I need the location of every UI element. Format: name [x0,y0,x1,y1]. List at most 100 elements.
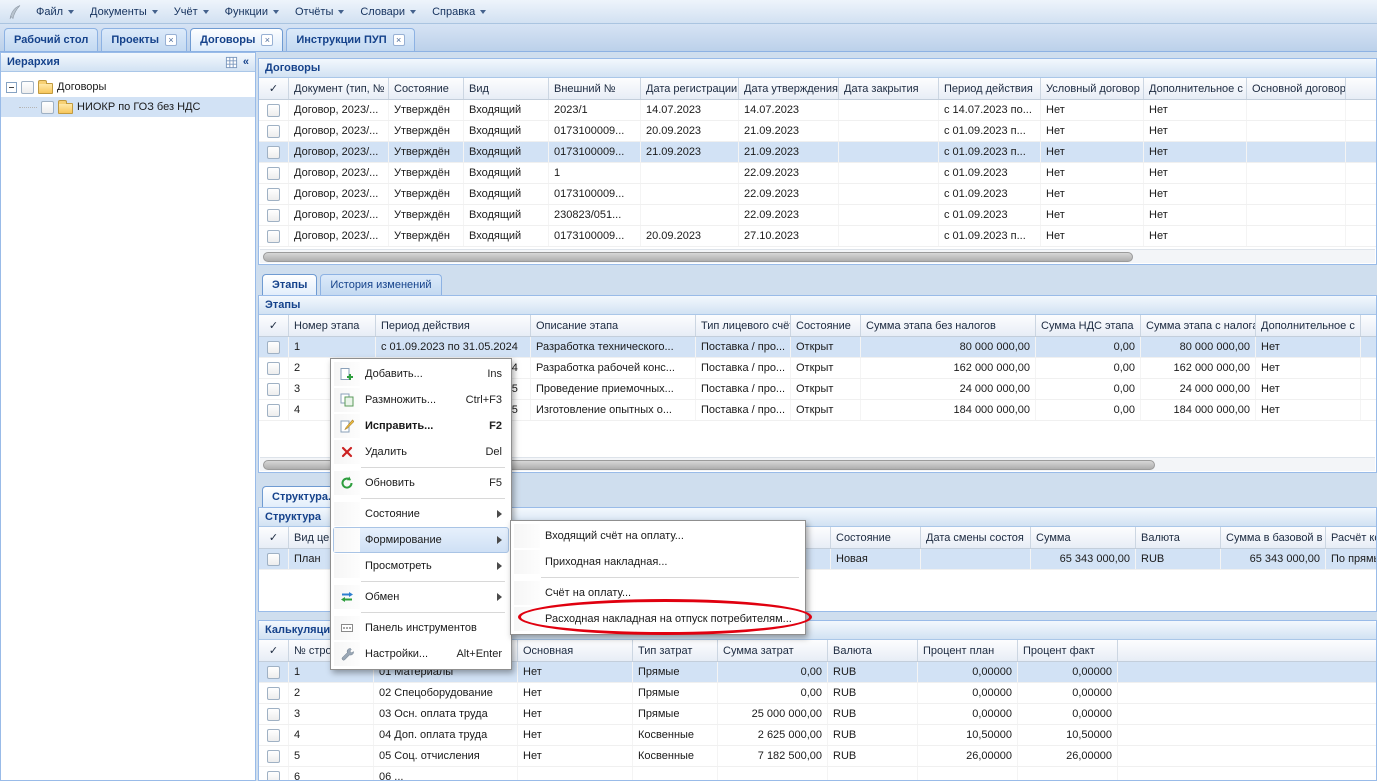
column-header[interactable]: Сумма этапа с налогами [1141,315,1256,336]
row-checkbox[interactable] [267,188,280,201]
submenu-item[interactable]: Входящий счёт на оплату... [513,523,803,549]
tab-close-button[interactable]: × [165,34,177,46]
tree-item-niokr[interactable]: НИОКР по ГОЗ без НДС [1,97,255,117]
row-checkbox[interactable] [267,687,280,700]
context-menu-item[interactable]: Состояние [333,501,509,527]
table-row[interactable]: 404 Доп. оплата трудаНетКосвенные2 625 0… [259,725,1376,746]
column-header[interactable]: Дополнительное с [1256,315,1361,336]
tab-close-button[interactable]: × [261,34,273,46]
context-menu-item[interactable]: Добавить...Ins [333,361,509,387]
context-menu-item[interactable]: ОбновитьF5 [333,470,509,496]
column-header[interactable]: Внешний № [549,78,641,99]
table-row[interactable]: Договор, 2023/...УтверждёнВходящий017310… [259,142,1376,163]
column-header[interactable]: Сумма этапа без налогов [861,315,1036,336]
submenu-item[interactable]: Приходная накладная... [513,549,803,575]
check-column-header[interactable]: ✓ [259,315,289,336]
row-checkbox[interactable] [267,553,280,566]
column-header[interactable]: Вид [464,78,549,99]
menubar-item[interactable]: Документы [82,2,166,22]
tab[interactable]: Рабочий стол [4,28,98,51]
table-row[interactable]: Договор, 2023/...УтверждёнВходящий230823… [259,205,1376,226]
tab[interactable]: Инструкции ПУП× [286,28,414,51]
column-header[interactable]: Процент факт [1018,640,1118,661]
row-checkbox[interactable] [267,666,280,679]
context-menu-item[interactable]: Просмотреть [333,553,509,579]
menubar-item[interactable]: Отчёты [287,2,352,22]
context-menu-item[interactable]: Настройки...Alt+Enter [333,641,509,667]
column-header[interactable]: Состояние [791,315,861,336]
column-header[interactable]: Состояние [389,78,464,99]
context-menu-item[interactable]: Размножить...Ctrl+F3 [333,387,509,413]
column-header[interactable]: Процент план [918,640,1018,661]
table-row[interactable]: Договор, 2023/...УтверждёнВходящий017310… [259,184,1376,205]
tree-checkbox[interactable] [21,81,34,94]
column-header[interactable]: Состояние [831,527,921,548]
submenu-item[interactable]: Счёт на оплату... [513,580,803,606]
column-header[interactable]: Расчёт ко... [1326,527,1377,548]
row-checkbox[interactable] [267,729,280,742]
row-checkbox[interactable] [267,209,280,222]
tab[interactable]: Проекты× [101,28,187,51]
table-row[interactable]: 606 ... [259,767,1376,781]
column-header[interactable]: Условный договор [1041,78,1144,99]
column-header[interactable]: Номер этапа [289,315,376,336]
column-header[interactable]: Дата закрытия [839,78,939,99]
column-header[interactable]: Сумма [1031,527,1136,548]
column-header[interactable]: Основная [518,640,633,661]
table-row[interactable]: 505 Соц. отчисленияНетКосвенные7 182 500… [259,746,1376,767]
tab[interactable]: История изменений [320,274,441,295]
row-checkbox[interactable] [267,125,280,138]
tab[interactable]: Договоры× [190,28,283,51]
menubar-item[interactable]: Файл [28,2,82,22]
column-header[interactable]: Сумма затрат [718,640,828,661]
tab[interactable]: Этапы [262,274,317,295]
column-header[interactable]: Сумма в базовой в [1221,527,1326,548]
h-scrollbar[interactable] [260,249,1375,263]
row-checkbox[interactable] [267,341,280,354]
table-row[interactable]: Договор, 2023/...УтверждёнВходящий017310… [259,121,1376,142]
check-column-header[interactable]: ✓ [259,78,289,99]
table-row[interactable]: Договор, 2023/...УтверждёнВходящий122.09… [259,163,1376,184]
tree-collapse-icon[interactable] [6,82,17,93]
column-header[interactable]: Документ (тип, № [289,78,389,99]
collapse-panel-icon[interactable]: « [243,56,249,68]
row-checkbox[interactable] [267,404,280,417]
column-header[interactable]: Описание этапа [531,315,696,336]
context-menu-item[interactable]: Панель инструментов [333,615,509,641]
column-header[interactable]: Дата регистрации [641,78,739,99]
column-header[interactable]: Тип затрат [633,640,718,661]
context-menu-item[interactable]: Исправить...F2 [333,413,509,439]
menubar-item[interactable]: Словари [352,2,424,22]
submenu-item[interactable]: Расходная накладная на отпуск потребител… [513,606,803,632]
menubar-item[interactable]: Справка [424,2,494,22]
row-checkbox[interactable] [267,167,280,180]
column-header[interactable]: Валюта [1136,527,1221,548]
column-header[interactable]: Основной договор [1247,78,1346,99]
row-checkbox[interactable] [267,362,280,375]
row-checkbox[interactable] [267,104,280,117]
table-row[interactable]: 202 СпецоборудованиеНетПрямые0,00RUB0,00… [259,683,1376,704]
tree-item-contracts[interactable]: Договоры [1,77,255,97]
column-header[interactable]: Валюта [828,640,918,661]
table-row[interactable]: 303 Осн. оплата трудаНетПрямые25 000 000… [259,704,1376,725]
h-scrollbar-thumb[interactable] [263,252,1133,262]
row-checkbox[interactable] [267,708,280,721]
column-header[interactable]: Дополнительное с [1144,78,1247,99]
column-header[interactable]: Дата смены состоя [921,527,1031,548]
menubar-item[interactable]: Учёт [166,2,217,22]
table-row[interactable]: Договор, 2023/...УтверждёнВходящий2023/1… [259,100,1376,121]
check-column-header[interactable]: ✓ [259,527,289,548]
row-checkbox[interactable] [267,230,280,243]
tree-checkbox[interactable] [41,101,54,114]
table-row[interactable]: Договор, 2023/...УтверждёнВходящий017310… [259,226,1376,247]
menubar-item[interactable]: Функции [217,2,287,22]
grid-view-icon[interactable] [225,56,238,69]
row-checkbox[interactable] [267,146,280,159]
column-header[interactable]: Дата утверждения [739,78,839,99]
check-column-header[interactable]: ✓ [259,640,289,661]
table-row[interactable]: 1с 01.09.2023 по 31.05.2024Разработка те… [259,337,1376,358]
column-header[interactable]: Сумма НДС этапа [1036,315,1141,336]
tab-close-button[interactable]: × [393,34,405,46]
row-checkbox[interactable] [267,750,280,763]
row-checkbox[interactable] [267,383,280,396]
